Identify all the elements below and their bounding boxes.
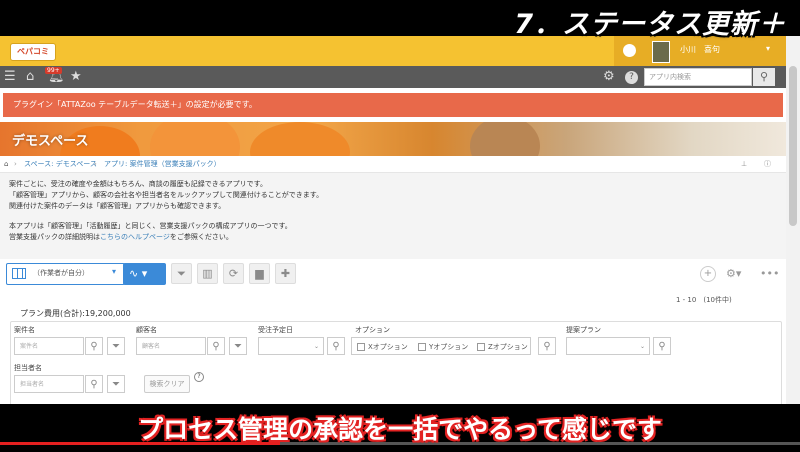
page-scrollbar[interactable] bbox=[786, 36, 800, 404]
menu-icon[interactable]: ☰ bbox=[4, 70, 16, 84]
clear-search-button[interactable]: 検索クリア bbox=[144, 375, 190, 393]
chevron-down-icon: ▾ bbox=[112, 267, 117, 276]
search-icon[interactable]: ⚲ bbox=[753, 68, 775, 86]
add-user-icon[interactable]: ✚ bbox=[275, 263, 296, 284]
filter-icon[interactable]: ⏷ bbox=[107, 375, 125, 393]
nav-bar: ☰ ⌂ 🔔︎ 99+ ★ ⚙ ? アプリ内検索 ⚲ bbox=[0, 66, 786, 88]
banner-pumpkin-image bbox=[150, 122, 240, 156]
plan-label: 提案プラン bbox=[566, 326, 601, 334]
home-icon[interactable]: ⌂ bbox=[26, 70, 34, 84]
search-icon[interactable]: ⚲ bbox=[207, 337, 225, 355]
description-line: 本アプリは「顧客管理」「活動履歴」と同じく、営業支援パックの構成アプリの一つです… bbox=[9, 222, 292, 230]
plan-select[interactable]: ⌄ bbox=[566, 337, 650, 355]
description-line: 関連付けた案件のデータは「顧客管理」アプリからも確認できます。 bbox=[9, 202, 226, 210]
help-page-link[interactable]: こちらのヘルプページ bbox=[100, 233, 170, 241]
search-icon[interactable]: ⚲ bbox=[85, 375, 103, 393]
search-icon[interactable]: ⚲ bbox=[538, 337, 556, 355]
search-icon[interactable]: ⚲ bbox=[327, 337, 345, 355]
refresh-icon[interactable]: ⟳ bbox=[223, 263, 244, 284]
more-icon[interactable]: ••• bbox=[760, 267, 779, 280]
order-date-select[interactable]: ⌄ bbox=[258, 337, 324, 355]
video-subtitle: プロセス管理の承認を一括でやるって感じです bbox=[138, 415, 662, 444]
chart-icon[interactable]: ▥ bbox=[197, 263, 218, 284]
graph-icon[interactable]: ∿ ▾ bbox=[123, 263, 166, 285]
space-banner: デモスペース bbox=[0, 122, 786, 156]
app-search-input[interactable]: アプリ内検索 bbox=[644, 68, 752, 86]
user-name[interactable]: 小川 喜句 bbox=[680, 44, 720, 55]
avatar[interactable] bbox=[652, 41, 670, 63]
plugin-alert: プラグイン「ATTAZoo テーブルデータ転送＋」の設定が必要です。 bbox=[3, 93, 783, 117]
search-icon[interactable]: ⚲ bbox=[85, 337, 103, 355]
add-icon[interactable]: + bbox=[700, 266, 716, 282]
banner-basket-image bbox=[470, 122, 540, 156]
customer-label: 顧客名 bbox=[136, 326, 157, 334]
breadcrumb-home-icon[interactable]: ⌂ bbox=[4, 156, 8, 172]
banner-pumpkin-image bbox=[250, 122, 350, 156]
space-title: デモスペース bbox=[12, 134, 89, 149]
pin-icon[interactable]: ⊥ bbox=[741, 156, 747, 172]
paint-roller-icon[interactable]: ▆ bbox=[249, 263, 270, 284]
filter-icon[interactable]: ⏷ bbox=[229, 337, 247, 355]
app-logo[interactable]: ペパコミ bbox=[10, 43, 56, 61]
search-icon[interactable]: ⚲ bbox=[653, 337, 671, 355]
record-toolbar: （作業者が自分） ▾ ∿ ▾ ⏷ ▥ ⟳ ▆ ✚ + ⚙▾ ••• bbox=[0, 259, 786, 289]
kintone-app: ペパコミ 小川 喜句 ▾ ☰ ⌂ 🔔︎ 99+ ★ ⚙ ? アプリ内検索 ⚲ プ… bbox=[0, 36, 786, 404]
option-y-checkbox[interactable]: Yオプション bbox=[418, 342, 468, 352]
description-help-line: 営業支援パックの詳細説明はこちらのヘルプページをご参照ください。 bbox=[9, 232, 233, 242]
option-x-checkbox[interactable]: Xオプション bbox=[357, 342, 408, 352]
home-circle-icon[interactable] bbox=[623, 44, 636, 57]
search-filter-panel: 案件名 案件名 ⚲ ⏷ 顧客名 顧客名 ⚲ ⏷ 受注予定日 ⌄ ⚲ オプション … bbox=[10, 321, 782, 404]
help-prefix: 営業支援パックの詳細説明は bbox=[9, 233, 100, 241]
filter-icon[interactable]: ⏷ bbox=[107, 337, 125, 355]
breadcrumb-separator: › bbox=[94, 160, 97, 168]
star-icon[interactable]: ★ bbox=[70, 70, 82, 84]
overlay-title: 7．ステータス更新＋ bbox=[514, 9, 786, 40]
gear-icon[interactable]: ⚙ bbox=[603, 70, 615, 84]
notification-badge: 99+ bbox=[45, 67, 62, 74]
option-z-checkbox[interactable]: Zオプション bbox=[477, 342, 528, 352]
description-line: 「顧客管理」アプリから、顧客の会社名や担当者名をルックアップして関連付けることが… bbox=[9, 191, 324, 199]
breadcrumb: ⌂ › スペース: デモスペース › アプリ: 案件管理（営業支援パック） ⊥ … bbox=[0, 156, 786, 173]
video-frame: 7．ステータス更新＋ ペパコミ 小川 喜句 ▾ ☰ ⌂ 🔔︎ 99+ ★ ⚙ ?… bbox=[0, 0, 800, 452]
breadcrumb-space[interactable]: スペース: デモスペース bbox=[24, 156, 97, 172]
case-name-label: 案件名 bbox=[14, 326, 35, 334]
breadcrumb-app[interactable]: アプリ: 案件管理（営業支援パック） bbox=[104, 156, 221, 172]
help-suffix: をご参照ください。 bbox=[169, 233, 233, 241]
breadcrumb-separator: › bbox=[14, 160, 17, 168]
option-label: オプション bbox=[355, 326, 390, 334]
help-icon[interactable]: ? bbox=[194, 372, 204, 382]
view-select-label: （作業者が自分） bbox=[33, 269, 89, 277]
info-icon[interactable]: ⓘ bbox=[764, 156, 771, 172]
plan-total: プラン費用(合計):19,200,000 bbox=[20, 309, 131, 318]
scrollbar-thumb[interactable] bbox=[789, 66, 797, 226]
customer-input[interactable]: 顧客名 bbox=[136, 337, 206, 355]
view-select[interactable]: （作業者が自分） ▾ bbox=[6, 263, 125, 285]
owner-input[interactable]: 担当者名 bbox=[14, 375, 84, 393]
pagination-info: 1 - 10 (10件中) bbox=[676, 296, 732, 304]
case-name-input[interactable]: 案件名 bbox=[14, 337, 84, 355]
help-icon[interactable]: ? bbox=[625, 71, 638, 84]
chevron-down-icon[interactable]: ▾ bbox=[766, 44, 770, 53]
description-line: 案件ごとに、受注の確度や金額はもちろん、商談の履歴も記録できるアプリです。 bbox=[9, 180, 267, 188]
filter-icon[interactable]: ⏷ bbox=[171, 263, 192, 284]
gear-icon[interactable]: ⚙▾ bbox=[726, 267, 741, 280]
list-view-icon bbox=[12, 268, 26, 279]
order-date-label: 受注予定日 bbox=[258, 326, 293, 334]
owner-label: 担当者名 bbox=[14, 364, 42, 372]
